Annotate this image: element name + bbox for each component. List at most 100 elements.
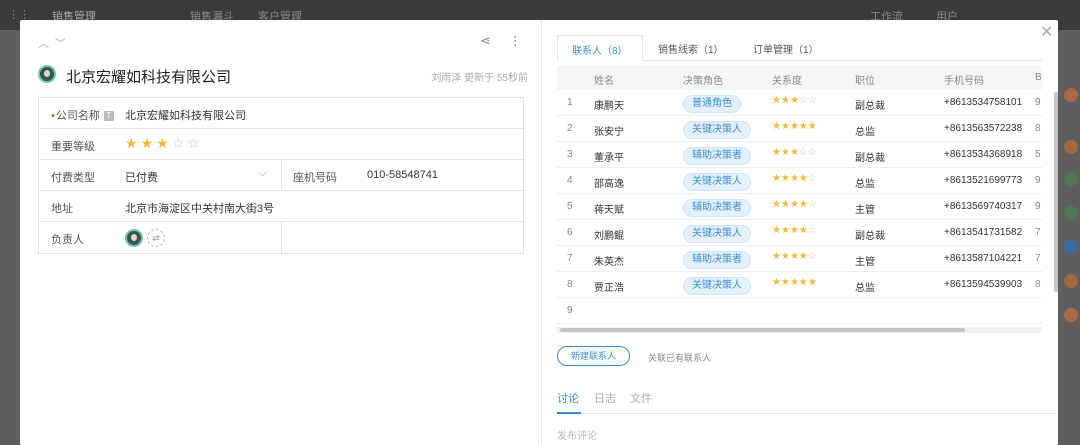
table-row[interactable]: 9 <box>557 298 1042 324</box>
contact-phone: +8613541731582 <box>944 227 1023 238</box>
payment-type-select[interactable]: 已付费 <box>125 169 158 185</box>
field-address: 地址 北京市海淀区中关村南大街3号 <box>39 191 523 222</box>
star-filled-icon: ★ <box>798 251 808 262</box>
overflow-cell: 8 <box>1035 123 1041 134</box>
star-filled-icon: ★ <box>780 199 790 210</box>
contact-name: 董承平 <box>594 153 624 164</box>
field-label: 座机号码 <box>293 172 337 184</box>
column-header[interactable]: 手机号码 <box>944 72 984 87</box>
tab-log[interactable]: 日志 <box>594 390 616 406</box>
row-index: 1 <box>567 97 573 108</box>
decision-role-cell: 辅助决策者 <box>683 147 751 165</box>
table-row[interactable]: 8 贾正浩 关键决策人 ★★★★★ 总监 +8613594539903 8 <box>557 272 1042 298</box>
chevron-down-icon[interactable]: ⌵ <box>259 168 267 179</box>
table-row[interactable]: 4 邵高逸 关键决策人 ★★★★☆ 总监 +8613521699773 9 <box>557 168 1042 194</box>
importance-rating[interactable]: ★★★☆☆ <box>125 135 203 152</box>
role-tag: 辅助决策者 <box>683 251 751 269</box>
close-icon[interactable]: ✕ <box>1040 22 1053 42</box>
relationship-rating: ★★★☆☆ <box>772 147 817 158</box>
table-row[interactable]: 5 蒋天赋 辅助决策者 ★★★★☆ 主管 +8613569740317 9 <box>557 194 1042 220</box>
star-filled-icon[interactable]: ★ <box>141 135 157 151</box>
overflow-cell: 9 <box>1035 201 1041 212</box>
tab-orders[interactable]: 订单管理（1） <box>739 35 833 61</box>
role-tag: 辅助决策者 <box>683 199 751 217</box>
decision-role-cell: 关键决策人 <box>683 225 751 243</box>
horizontal-scrollbar[interactable] <box>557 327 1042 333</box>
star-filled-icon: ★ <box>798 121 808 132</box>
column-header[interactable]: 职位 <box>855 72 875 87</box>
column-header[interactable]: 关系度 <box>772 72 802 87</box>
swap-owner-icon[interactable]: ⇄ <box>147 229 165 247</box>
contact-position: 副总裁 <box>855 101 885 112</box>
associate-contact-link[interactable]: 关联已有联系人 <box>648 351 711 364</box>
contact-position: 副总裁 <box>855 153 885 164</box>
more-vertical-icon[interactable]: ⋮ <box>509 33 522 49</box>
star-empty-icon[interactable]: ☆ <box>187 135 203 151</box>
star-filled-icon: ★ <box>789 147 799 158</box>
share-icon[interactable]: ⋖ <box>480 33 491 49</box>
star-empty-icon[interactable]: ☆ <box>172 135 188 151</box>
star-filled-icon: ★ <box>798 199 808 210</box>
contact-position: 总监 <box>855 283 875 294</box>
field-label: 地址 <box>51 203 73 215</box>
column-header[interactable]: 姓名 <box>594 72 614 87</box>
relationship-rating: ★★★★☆ <box>772 199 817 210</box>
overflow-cell: 5 <box>1035 149 1041 160</box>
table-row[interactable]: 3 董承平 辅助决策者 ★★★☆☆ 副总裁 +8613534368918 5 <box>557 142 1042 168</box>
star-filled-icon: ★ <box>798 225 808 236</box>
decision-role-cell: 关键决策人 <box>683 173 751 191</box>
star-empty-icon: ☆ <box>807 95 817 106</box>
star-filled-icon: ★ <box>798 277 808 288</box>
row-index: 7 <box>567 253 573 264</box>
comment-input[interactable]: 发布评论 <box>557 427 597 442</box>
table-row[interactable]: 7 朱英杰 辅助决策者 ★★★★☆ 主管 +8613587104221 7 <box>557 246 1042 272</box>
column-header[interactable]: B <box>1035 72 1042 83</box>
chevron-up-icon[interactable]: ︿ <box>38 35 49 51</box>
relationship-rating: ★★★★★ <box>772 121 817 132</box>
company-name-value[interactable]: 北京宏耀如科技有限公司 <box>125 107 246 123</box>
contact-phone: +8613534368918 <box>944 149 1023 160</box>
vertical-scrollbar[interactable] <box>1054 92 1058 292</box>
row-index: 4 <box>567 175 573 186</box>
star-filled-icon: ★ <box>772 277 781 288</box>
rail-dot-icon <box>1064 206 1078 220</box>
contact-phone: +8613563572238 <box>944 123 1023 134</box>
address-value[interactable]: 北京市海淀区中关村南大街3号 <box>125 200 274 216</box>
field-payment-phone: 付费类型 已付费 ⌵ 座机号码 010-58548741 <box>39 160 523 191</box>
company-avatar <box>38 65 56 83</box>
column-header[interactable]: 决策角色 <box>683 72 723 87</box>
owner-avatar[interactable] <box>125 229 143 247</box>
table-row[interactable]: 2 张安宁 关键决策人 ★★★★★ 总监 +8613563572238 8 <box>557 116 1042 142</box>
field-company-name: •公司名称 T 北京宏耀如科技有限公司 <box>39 98 523 129</box>
relationship-rating: ★★★★☆ <box>772 173 817 184</box>
table-row[interactable]: 6 刘鹏鲲 关键决策人 ★★★★☆ 副总裁 +8613541731582 7 <box>557 220 1042 246</box>
overflow-cell: 7 <box>1035 253 1041 264</box>
star-filled-icon[interactable]: ★ <box>156 135 172 151</box>
star-filled-icon: ★ <box>772 251 781 262</box>
contact-phone: +8613594539903 <box>944 279 1023 290</box>
table-header: 姓名 决策角色 关系度 职位 手机号码 B <box>557 66 1042 90</box>
relationship-rating: ★★★★★ <box>772 277 817 288</box>
star-empty-icon: ☆ <box>807 147 817 158</box>
role-tag: 普通角色 <box>683 95 741 113</box>
star-filled-icon: ★ <box>772 95 781 106</box>
tab-files[interactable]: 文件 <box>630 390 652 406</box>
field-label: 公司名称 <box>55 110 100 122</box>
tab-sales-leads[interactable]: 销售线索（1） <box>644 35 738 61</box>
star-filled-icon[interactable]: ★ <box>125 135 141 151</box>
table-row[interactable]: 1 康鹏天 普通角色 ★★★☆☆ 副总裁 +8613534758101 9 <box>557 90 1042 116</box>
chevron-down-icon[interactable]: ﹀ <box>55 35 66 51</box>
landline-value[interactable]: 010-58548741 <box>367 169 438 181</box>
new-contact-button[interactable]: 新建联系人 <box>557 346 630 366</box>
decision-role-cell: 关键决策人 <box>683 121 751 139</box>
tab-discussion[interactable]: 讨论 <box>557 390 579 406</box>
star-filled-icon: ★ <box>780 225 790 236</box>
tab-contacts[interactable]: 联系人（8） <box>557 35 643 61</box>
cell-divider <box>281 222 282 253</box>
cell-divider <box>281 160 282 191</box>
activity-tabs: 讨论 日志 文件 <box>557 388 1057 414</box>
star-filled-icon: ★ <box>772 147 781 158</box>
scrollbar-thumb[interactable] <box>560 328 965 332</box>
relationship-rating: ★★★★☆ <box>772 225 817 236</box>
role-tag: 关键决策人 <box>683 173 751 191</box>
